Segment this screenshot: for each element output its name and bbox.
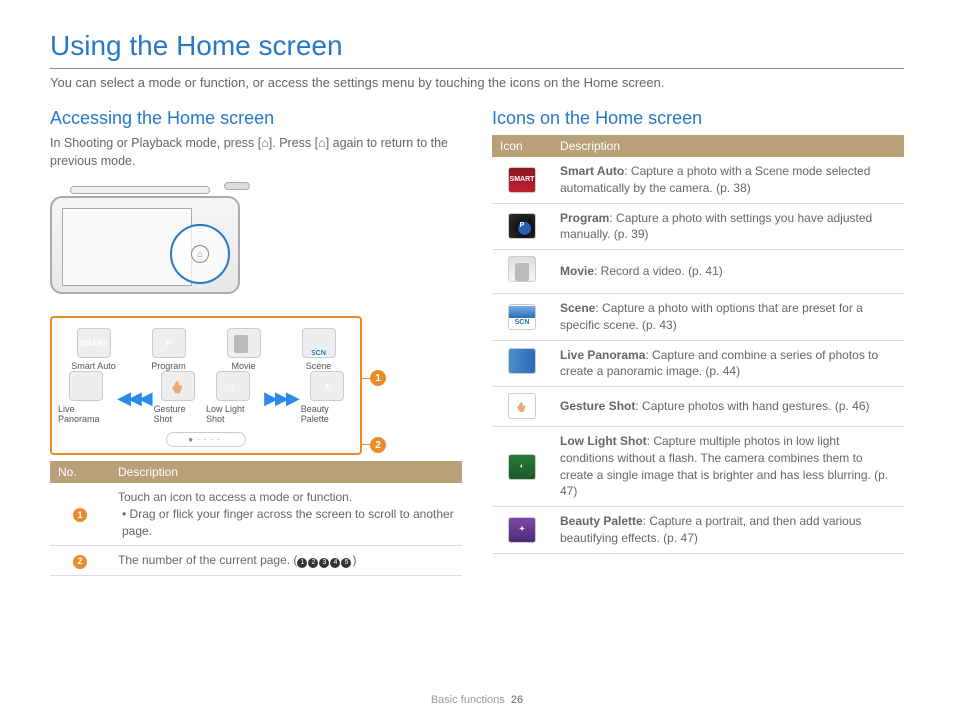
label-program: Program [151, 361, 186, 371]
subtext-part-a: In Shooting or Playback mode, press [ [50, 136, 261, 150]
label-gesture: Gesture Shot [154, 404, 202, 424]
callout-description-table: No. Description 1 Touch an icon to acces… [50, 461, 462, 576]
panorama-icon [508, 348, 536, 374]
icon-scene: SCNScene [283, 328, 354, 371]
movie-desc: : Record a video. (p. 41) [594, 264, 723, 278]
lowlight-name: Low Light Shot [560, 434, 647, 448]
subtext-part-b: ]. Press [ [269, 136, 318, 150]
two-column-layout: Accessing the Home screen In Shooting or… [50, 108, 904, 576]
home-icon: ⌂ [318, 136, 326, 150]
home-button-icon: ⌂ [191, 245, 209, 263]
table-row: P Program: Capture a photo with settings… [492, 203, 904, 250]
badge-2: 2 [73, 555, 87, 569]
beauty-icon: ✦ [508, 517, 536, 543]
table-row: Movie: Record a video. (p. 41) [492, 250, 904, 294]
table-row: SMART Smart Auto: Capture a photo with a… [492, 157, 904, 203]
header-no: No. [50, 461, 110, 483]
scene-name: Scene [560, 301, 595, 315]
scene-icon: SCN [508, 304, 536, 330]
program-name: Program [560, 211, 609, 225]
label-beauty: Beauty Palette [301, 404, 354, 424]
badge-1: 1 [73, 508, 87, 522]
movie-name: Movie [560, 264, 594, 278]
callout-1: 1 [370, 370, 386, 386]
callout-line-2 [360, 444, 370, 445]
home-button-callout-circle: ⌂ [170, 224, 230, 284]
page-indicator: ●···· [166, 432, 246, 447]
home-screen-mock-wrap: SMARTSmart Auto PProgram Movie SCNScene … [50, 316, 390, 455]
page-footer: Basic functions 26 [0, 694, 954, 706]
icon-movie: Movie [208, 328, 279, 371]
icon-beauty-palette: ✦Beauty Palette [301, 371, 354, 424]
row2-text: The number of the current page. ( [118, 553, 297, 567]
right-column: Icons on the Home screen Icon Descriptio… [492, 108, 904, 576]
footer-page-number: 26 [511, 694, 523, 706]
movie-icon [508, 256, 536, 282]
row1-line1: Touch an icon to access a mode or functi… [118, 490, 352, 504]
icon-low-light: ◐Low Light Shot [206, 371, 260, 424]
label-movie: Movie [231, 361, 255, 371]
table-row: 1 Touch an icon to access a mode or func… [50, 483, 462, 546]
page-badges: 12345 [297, 553, 352, 567]
gesture-name: Gesture Shot [560, 399, 635, 413]
home-icon-grid-row2: Live Panorama ◀◀◀ Gesture Shot ◐Low Ligh… [58, 371, 354, 424]
title-rule [50, 68, 904, 69]
panorama-name: Live Panorama [560, 348, 645, 362]
camera-top-edge [70, 186, 210, 194]
header-description: Description [552, 135, 904, 157]
page-title: Using the Home screen [50, 30, 904, 62]
table-header-row: No. Description [50, 461, 462, 483]
camera-shutter [224, 182, 250, 190]
table-row: ◐ Low Light Shot: Capture multiple photo… [492, 426, 904, 506]
home-screen-mock: SMARTSmart Auto PProgram Movie SCNScene … [50, 316, 362, 455]
table-header-row: Icon Description [492, 135, 904, 157]
camera-body: ⌂ [50, 196, 240, 294]
smart-auto-name: Smart Auto [560, 164, 624, 178]
row1-desc: Touch an icon to access a mode or functi… [110, 483, 462, 546]
arrow-right-icon: ▶▶▶ [264, 389, 297, 407]
label-smart-auto: Smart Auto [71, 361, 116, 371]
program-icon: P [508, 213, 536, 239]
right-heading: Icons on the Home screen [492, 108, 904, 129]
label-scene: Scene [306, 361, 332, 371]
table-row: SCN Scene: Capture a photo with options … [492, 293, 904, 340]
home-icon: ⌂ [261, 136, 269, 150]
label-pano: Live Panorama [58, 404, 113, 424]
lowlight-icon: ◐ [508, 454, 536, 480]
home-icon-grid-row1: SMARTSmart Auto PProgram Movie SCNScene [58, 328, 354, 371]
table-row: 2 The number of the current page. (12345… [50, 546, 462, 576]
arrow-left-icon: ◀◀◀ [117, 389, 150, 407]
smart-auto-icon: SMART [508, 167, 536, 193]
row2-desc: The number of the current page. (12345) [110, 546, 462, 576]
intro-text: You can select a mode or function, or ac… [50, 75, 904, 90]
callout-2: 2 [370, 437, 386, 453]
camera-illustration: ⌂ [50, 182, 270, 302]
icon-live-panorama: Live Panorama [58, 371, 113, 424]
table-row: ✦ Beauty Palette: Capture a portrait, an… [492, 507, 904, 554]
header-icon: Icon [492, 135, 552, 157]
icon-gesture-shot: Gesture Shot [154, 371, 202, 424]
icon-program: PProgram [133, 328, 204, 371]
gesture-icon [508, 393, 536, 419]
table-row: Live Panorama: Capture and combine a ser… [492, 340, 904, 387]
header-desc: Description [110, 461, 462, 483]
footer-section: Basic functions [431, 694, 505, 706]
callout-line-1 [360, 378, 370, 379]
label-lowlight: Low Light Shot [206, 404, 260, 424]
left-column: Accessing the Home screen In Shooting or… [50, 108, 462, 576]
icon-smart-auto: SMARTSmart Auto [58, 328, 129, 371]
beauty-name: Beauty Palette [560, 514, 643, 528]
left-heading: Accessing the Home screen [50, 108, 462, 129]
row1-bullet: Drag or flick your finger across the scr… [122, 506, 454, 540]
icon-description-table: Icon Description SMART Smart Auto: Captu… [492, 135, 904, 554]
gesture-desc: : Capture photos with hand gestures. (p.… [635, 399, 869, 413]
table-row: Gesture Shot: Capture photos with hand g… [492, 387, 904, 427]
left-subtext: In Shooting or Playback mode, press [⌂].… [50, 135, 462, 170]
scene-desc: : Capture a photo with options that are … [560, 301, 863, 332]
